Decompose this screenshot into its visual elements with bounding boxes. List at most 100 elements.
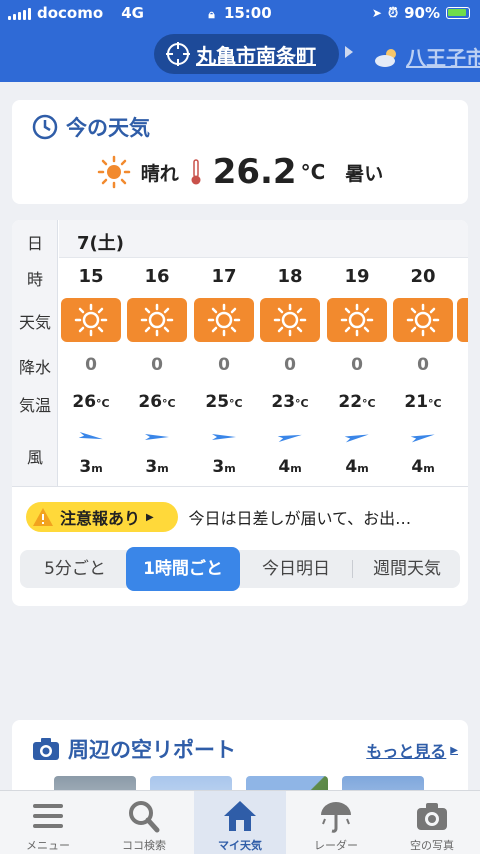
alert-badge[interactable]: 注意報あり ▶ [26, 502, 179, 532]
wind-speed-value: 3 [212, 457, 225, 477]
tab-today-tomorrow[interactable]: 今日明日 [242, 550, 350, 588]
temp-unit: °C [96, 397, 110, 410]
sun-icon [140, 303, 174, 337]
temperature-cell: 25°C [192, 392, 256, 412]
temp-unit: °C [229, 397, 243, 410]
tab-1hour[interactable]: 1時間ごと [126, 547, 240, 591]
temperature-value: 26 [72, 392, 97, 412]
tab-weekly[interactable]: 週間天気 [354, 550, 460, 588]
label-rain: 降水 [18, 358, 51, 377]
hour-column-partial [455, 258, 468, 486]
see-more-label: もっと見る [366, 742, 447, 761]
wind-direction-icon [277, 434, 302, 443]
weather-box [327, 298, 387, 342]
wind-speed-value: 4 [278, 457, 291, 477]
warning-icon [33, 508, 53, 526]
temp-unit: °C [362, 397, 376, 410]
wind-speed-cell: 3m [192, 457, 256, 477]
nav-sky-photo[interactable]: 空の写真 [384, 791, 480, 854]
sun-icon [207, 303, 241, 337]
label-hour: 時 [26, 270, 43, 289]
chevron-right-icon: ▶ [146, 511, 154, 523]
nav-search-label: ココ検索 [122, 839, 166, 852]
nav-menu[interactable]: メニュー [0, 791, 96, 854]
status-bar: docomo 4G 🔒︎ 15:00 ➤ ⏰︎ 90% [0, 0, 480, 26]
current-temperature: 26.2 [212, 152, 297, 192]
see-more-link[interactable]: もっと見る ▶ [366, 738, 458, 762]
nav-search[interactable]: ココ検索 [96, 791, 192, 854]
wind-direction-icon [145, 434, 169, 440]
wind-speed-cell: 4m [391, 457, 455, 477]
wind-direction-icon [212, 434, 236, 440]
wind-unit: m [157, 462, 169, 475]
clock-time: 15:00 [223, 4, 272, 22]
wind-unit: m [423, 462, 435, 475]
current-location-tab[interactable]: 丸亀市南条町 [154, 34, 339, 74]
hour-column: 15 0 26°C 3m [59, 258, 123, 486]
next-location-name: 八王子市 [406, 46, 480, 70]
temp-unit: °C [162, 397, 176, 410]
nav-my-weather[interactable]: マイ天気 [194, 791, 286, 854]
wind-speed-cell: 3m [59, 457, 123, 477]
hour-column: 20 0 21°C 4m [391, 258, 455, 486]
clock-icon [32, 114, 58, 140]
wind-speed-cell: 4m [258, 457, 322, 477]
nav-sky-photo-label: 空の写真 [410, 839, 454, 852]
sun-icon [74, 303, 108, 337]
nav-my-weather-label: マイ天気 [218, 839, 262, 852]
thermometer-icon [191, 159, 201, 185]
weather-box [194, 298, 254, 342]
sun-icon [273, 303, 307, 337]
date-strip: 7(土) [59, 220, 468, 258]
hour-label: 16 [144, 266, 170, 287]
wind-speed-cell: 3m [125, 457, 189, 477]
alert-text[interactable]: 今日は日差しが届いて、お出… [188, 505, 454, 529]
battery-percent: 90% [404, 4, 440, 22]
forecast-range-tabs: 5分ごと 1時間ごと 今日明日 週間天気 [20, 547, 460, 591]
hour-label: 19 [344, 266, 370, 287]
hourly-forecast-card: 日 時 天気 降水 気温 風 7(土) 15 0 26°C 3m 16 0 26°C 3m 17… [12, 220, 468, 606]
wind-direction-icon [410, 434, 435, 443]
location-arrow-icon: ➤ [371, 6, 382, 20]
hour-label: 18 [277, 266, 303, 287]
hour-column: 19 0 22°C 4m [325, 258, 389, 486]
hour-label: 20 [410, 266, 436, 287]
rain-amount: 0 [351, 355, 363, 375]
weather-box [393, 298, 453, 342]
temp-unit: °C [428, 397, 442, 410]
wind-unit: m [357, 462, 369, 475]
wind-direction-icon [344, 434, 369, 443]
alert-row[interactable]: 注意報あり ▶ 今日は日差しが届いて、お出… [26, 502, 454, 532]
wind-speed-value: 4 [411, 457, 424, 477]
location-header: 丸亀市南条町 八王子市 [0, 26, 480, 82]
forecast-date: 7(土) [77, 233, 124, 254]
tab-separator [352, 560, 353, 578]
weather-box [127, 298, 187, 342]
wind-direction-icon [78, 431, 103, 440]
hour-column: 17 0 25°C 3m [192, 258, 256, 486]
battery-icon [446, 7, 470, 19]
temperature-unit: °C [300, 160, 326, 184]
alarm-icon: ⏰︎ [387, 5, 399, 21]
label-temp: 気温 [18, 396, 51, 415]
wind-speed-value: 4 [345, 457, 358, 477]
partly-cloudy-icon [375, 48, 396, 67]
rain-amount: 0 [417, 355, 429, 375]
temperature-cell: 22°C [325, 392, 389, 412]
nav-menu-label: メニュー [26, 839, 70, 852]
current-location-name: 丸亀市南条町 [196, 43, 316, 68]
hour-column: 16 0 26°C 3m [125, 258, 189, 486]
lock-icon: 🔒︎ [208, 7, 215, 21]
bottom-nav: メニュー ココ検索 マイ天気 レーダー 空の写真 [0, 790, 480, 854]
temperature-value: 23 [271, 392, 296, 412]
feel-label: 暑い [345, 162, 384, 185]
next-location-tab[interactable]: 八王子市 [374, 42, 480, 71]
current-weather-title: 今の天気 [66, 116, 150, 140]
crosshair-icon [166, 42, 190, 66]
nav-radar[interactable]: レーダー [288, 791, 384, 854]
rain-amount: 0 [284, 355, 296, 375]
label-weather: 天気 [18, 313, 51, 332]
weather-box [457, 298, 468, 342]
tab-5min[interactable]: 5分ごと [20, 550, 130, 588]
wind-unit: m [91, 462, 103, 475]
